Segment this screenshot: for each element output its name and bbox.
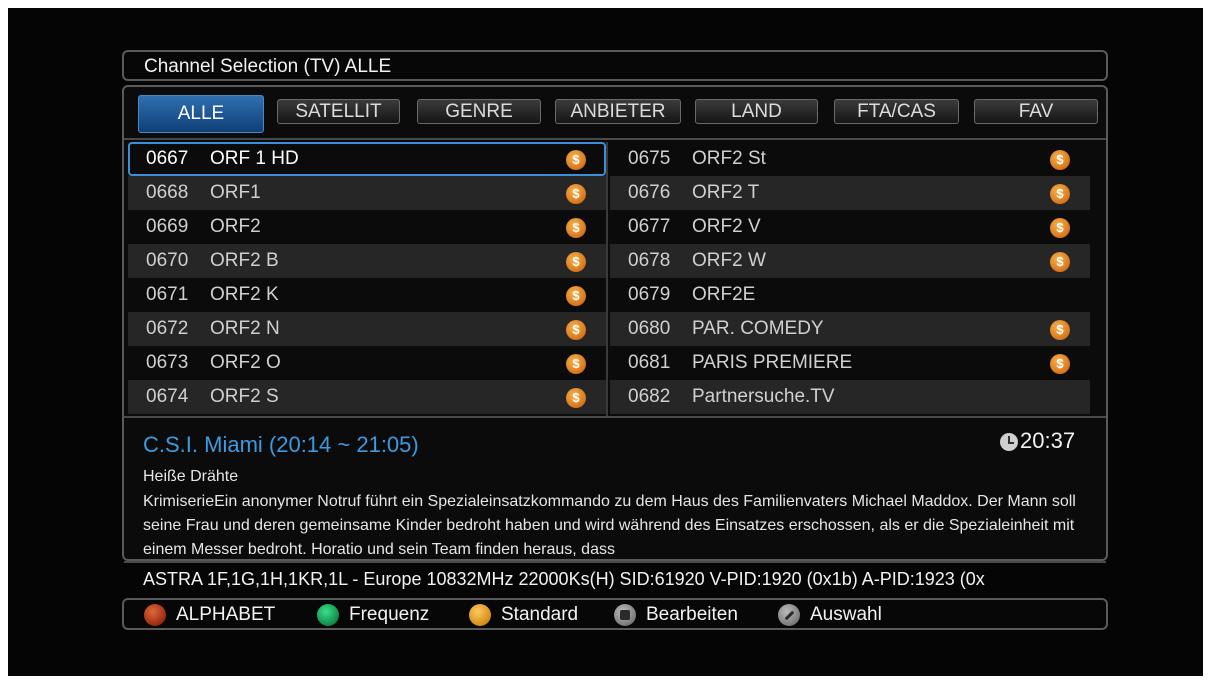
transponder-info: ASTRA 1F,1G,1H,1KR,1L - Europe 10832MHz … — [143, 569, 985, 589]
pay-tv-icon: $ — [1050, 184, 1070, 204]
channel-number: 0671 — [146, 284, 189, 305]
pay-tv-icon: $ — [566, 218, 586, 238]
channel-row[interactable]: 0681 PARIS PREMIERE $ — [610, 346, 1090, 380]
red-button-icon — [144, 604, 166, 626]
channel-row[interactable]: 0680 PAR. COMEDY $ — [610, 312, 1090, 346]
tab-alle[interactable]: ALLE — [138, 95, 264, 133]
tab-divider — [124, 138, 1106, 140]
channel-row-selected[interactable]: 0667 ORF 1 HD $ — [128, 142, 606, 176]
channel-name: ORF2 V — [692, 216, 761, 237]
channel-number: 0679 — [628, 284, 671, 305]
channel-name: ORF 1 HD — [210, 148, 299, 169]
tv-screen: Channel Selection (TV) ALLE ALLE SATELLI… — [8, 8, 1203, 676]
page-title: Channel Selection (TV) ALLE — [144, 56, 392, 77]
channel-row[interactable]: 0669 ORF2 $ — [128, 210, 606, 244]
pay-tv-icon: $ — [566, 354, 586, 374]
channel-number: 0677 — [628, 216, 671, 237]
channel-name: ORF2 W — [692, 250, 766, 271]
tab-land[interactable]: LAND — [695, 99, 818, 124]
channel-number: 0667 — [146, 148, 189, 169]
clock-icon — [1000, 433, 1018, 451]
frequenz-label: Frequenz — [349, 604, 430, 625]
channel-number: 0676 — [628, 182, 671, 203]
pay-tv-icon: $ — [1050, 320, 1070, 340]
channel-panel: ALLE SATELLIT GENRE ANBIETER LAND FTA/CA… — [122, 85, 1108, 589]
pay-tv-icon: $ — [1050, 150, 1070, 170]
channel-name: PAR. COMEDY — [692, 318, 824, 339]
channel-name: ORF1 — [210, 182, 261, 203]
edit-button-icon — [778, 604, 800, 626]
channel-number: 0680 — [628, 318, 671, 339]
green-button-icon — [317, 604, 339, 626]
channel-list-right: 0675 ORF2 St $ 0676 ORF2 T $ 0677 ORF2 V… — [610, 142, 1090, 416]
tab-fta-cas[interactable]: FTA/CAS — [834, 99, 959, 124]
standard-label: Standard — [501, 604, 579, 625]
pay-tv-icon: $ — [566, 286, 586, 306]
pay-tv-icon: $ — [1050, 252, 1070, 272]
footer-bar: ALPHABET Frequenz Standard Bearbeiten Au… — [122, 598, 1108, 630]
pay-tv-icon: $ — [1050, 354, 1070, 374]
title-bar: Channel Selection (TV) ALLE — [122, 50, 1108, 81]
channel-row[interactable]: 0674 ORF2 S $ — [128, 380, 606, 414]
pay-tv-icon: $ — [566, 252, 586, 272]
pay-tv-icon: $ — [566, 320, 586, 340]
transponder-divider — [124, 561, 1106, 563]
menu-button-icon — [614, 604, 636, 626]
pay-tv-icon: $ — [1050, 218, 1070, 238]
channel-number: 0682 — [628, 386, 671, 407]
channel-name: PARIS PREMIERE — [692, 352, 853, 373]
pay-tv-icon: $ — [566, 150, 586, 170]
pay-tv-icon: $ — [566, 184, 586, 204]
tab-satellit[interactable]: SATELLIT — [277, 99, 400, 124]
channel-list-left: 0667 ORF 1 HD $ 0668 ORF1 $ 0669 ORF2 $ … — [128, 142, 606, 416]
auswahl-label: Auswahl — [810, 604, 882, 625]
channel-number: 0669 — [146, 216, 189, 237]
channel-name: ORF2 — [210, 216, 261, 237]
channel-row[interactable]: 0671 ORF2 K $ — [128, 278, 606, 312]
channel-row[interactable]: 0670 ORF2 B $ — [128, 244, 606, 278]
channel-name: ORF2 T — [692, 182, 760, 203]
channel-number: 0673 — [146, 352, 189, 373]
channel-number: 0674 — [146, 386, 189, 407]
channel-number: 0670 — [146, 250, 189, 271]
channel-row[interactable]: 0668 ORF1 $ — [128, 176, 606, 210]
channel-name: ORF2E — [692, 284, 756, 305]
pay-tv-icon: $ — [566, 388, 586, 408]
channel-row[interactable]: 0679 ORF2E — [610, 278, 1090, 312]
channel-name: ORF2 K — [210, 284, 279, 305]
channel-name: ORF2 S — [210, 386, 279, 407]
program-description: KrimiserieEin anonymer Notruf führt ein … — [143, 493, 1076, 558]
channel-row[interactable]: 0673 ORF2 O $ — [128, 346, 606, 380]
current-time: 20:37 — [1020, 428, 1076, 453]
channel-row[interactable]: 0682 Partnersuche.TV — [610, 380, 1090, 414]
channel-name: ORF2 B — [210, 250, 279, 271]
alphabet-label: ALPHABET — [176, 604, 276, 625]
channel-name: ORF2 N — [210, 318, 280, 339]
program-title: C.S.I. Miami (20:14 ~ 21:05) — [143, 432, 419, 457]
channel-row[interactable]: 0676 ORF2 T $ — [610, 176, 1090, 210]
column-divider — [606, 142, 608, 416]
channel-row[interactable]: 0672 ORF2 N $ — [128, 312, 606, 346]
info-divider — [124, 416, 1106, 418]
channel-row[interactable]: 0678 ORF2 W $ — [610, 244, 1090, 278]
channel-name: ORF2 St — [692, 148, 766, 169]
channel-number: 0675 — [628, 148, 671, 169]
channel-number: 0672 — [146, 318, 189, 339]
channel-name: ORF2 O — [210, 352, 281, 373]
program-subtitle: Heiße Drähte — [143, 468, 239, 485]
tab-anbieter[interactable]: ANBIETER — [555, 99, 681, 124]
tab-genre[interactable]: GENRE — [417, 99, 541, 124]
yellow-button-icon — [469, 604, 491, 626]
channel-number: 0678 — [628, 250, 671, 271]
channel-row[interactable]: 0677 ORF2 V $ — [610, 210, 1090, 244]
channel-number: 0668 — [146, 182, 189, 203]
channel-name: Partnersuche.TV — [692, 386, 835, 407]
tab-fav[interactable]: FAV — [974, 99, 1098, 124]
channel-number: 0681 — [628, 352, 671, 373]
bearbeiten-label: Bearbeiten — [646, 604, 738, 625]
channel-row[interactable]: 0675 ORF2 St $ — [610, 142, 1090, 176]
